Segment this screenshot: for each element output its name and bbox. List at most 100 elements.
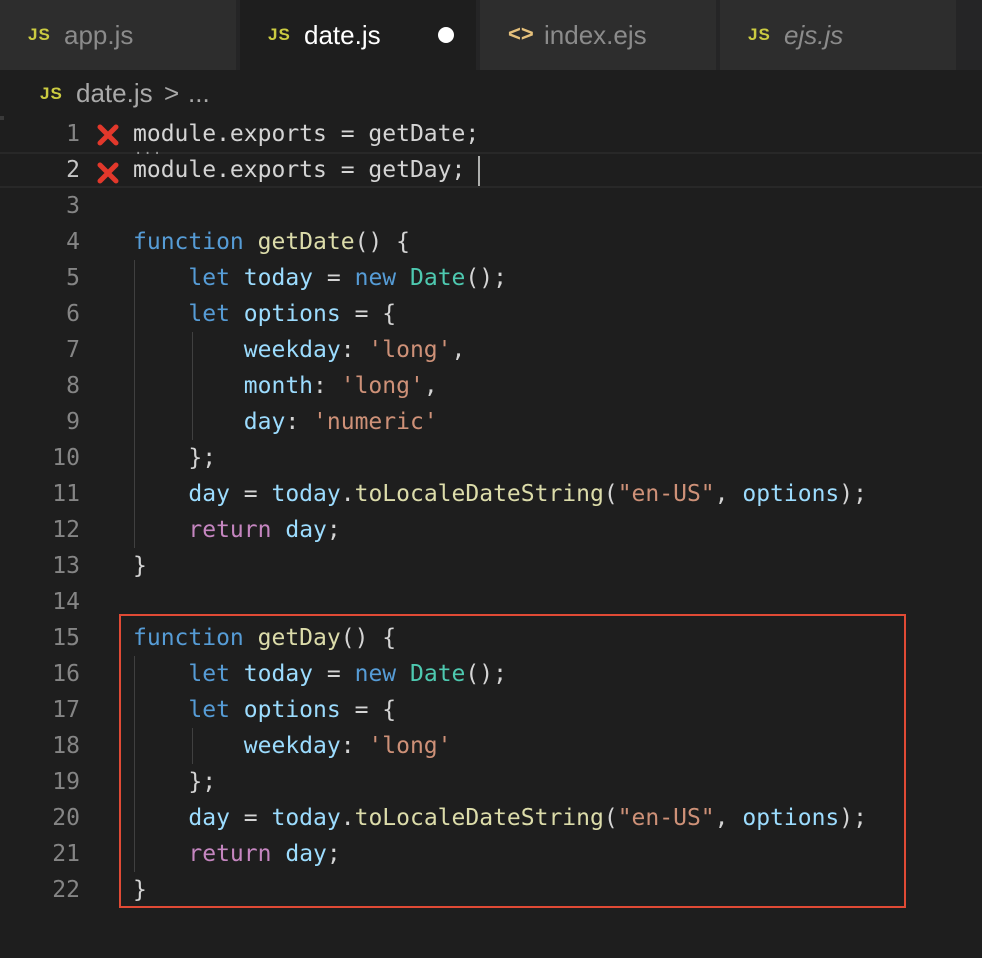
js-file-icon: JS	[28, 25, 51, 44]
code-token: () {	[354, 229, 410, 255]
line-number: 19	[52, 769, 80, 795]
code-token: ,	[423, 373, 438, 399]
line-number: 20	[52, 805, 80, 831]
code-token: options	[742, 481, 840, 507]
code-text: }	[133, 548, 147, 584]
code-text: month: 'long',	[133, 368, 438, 404]
code-token: 'long'	[368, 337, 452, 363]
problem-hint-dots: ...	[134, 142, 163, 158]
code-token: let	[188, 301, 230, 327]
line-number: 1	[66, 121, 80, 147]
line-number: 8	[66, 373, 80, 399]
error-x-icon[interactable]	[97, 162, 119, 184]
error-x-icon[interactable]	[97, 124, 119, 146]
code-line[interactable]: 3	[0, 188, 982, 224]
line-number: 14	[52, 589, 80, 615]
line-number: 7	[66, 337, 80, 363]
code-line[interactable]: 9 day: 'numeric'	[0, 404, 982, 440]
tab-app-js[interactable]: JS app.js	[0, 0, 238, 70]
code-text: module.exports = getDate;	[133, 116, 479, 152]
code-token: month	[243, 373, 314, 399]
js-file-icon: JS	[268, 25, 291, 44]
code-text: day = today.toLocaleDateString("en-US", …	[133, 476, 867, 512]
code-token: module.exports = getDay;	[133, 157, 466, 183]
breadcrumb-symbols[interactable]: ...	[188, 78, 210, 108]
code-text: day: 'numeric'	[133, 404, 438, 440]
js-file-icon: JS	[748, 25, 771, 44]
code-line[interactable]: 7 weekday: 'long',	[0, 332, 982, 368]
tab-label: date.js	[304, 20, 381, 50]
line-number: 12	[52, 517, 80, 543]
code-line[interactable]: 10 };	[0, 440, 982, 476]
code-token: module.exports = getDate;	[133, 121, 480, 147]
tab-ejs-js[interactable]: JS ejs.js	[720, 0, 958, 70]
line-number: 22	[52, 877, 80, 903]
code-token: today	[271, 481, 341, 507]
breadcrumb-file[interactable]: date.js	[76, 78, 153, 108]
code-token: :	[313, 373, 341, 399]
js-file-icon: JS	[40, 84, 63, 103]
code-text: let options = {	[133, 296, 396, 332]
code-token: toLocaleDateString	[354, 481, 604, 507]
code-token: ,	[714, 481, 743, 507]
code-token: function	[133, 229, 244, 255]
code-token: options	[243, 301, 341, 327]
code-text: return day;	[133, 512, 341, 548]
code-token: 'numeric'	[313, 409, 438, 435]
code-line[interactable]: 6 let options = {	[0, 296, 982, 332]
line-number: 10	[52, 445, 80, 471]
code-token: 'long'	[340, 373, 424, 399]
tab-bar: JS app.js JS date.js <> index.ejs JS ejs…	[0, 0, 982, 70]
tab-date-js[interactable]: JS date.js	[240, 0, 478, 70]
unsaved-dot-icon[interactable]	[438, 27, 454, 43]
code-line[interactable]: 5 let today = new Date();	[0, 260, 982, 296]
code-token: let	[188, 265, 230, 291]
code-token: :	[285, 409, 314, 435]
breadcrumb: JS date.js > ...	[0, 70, 982, 116]
code-token: }	[133, 553, 147, 579]
chevron-right-icon: >	[164, 78, 180, 108]
code-token: .	[340, 481, 355, 507]
code-token: day	[188, 481, 230, 507]
code-token: weekday	[243, 337, 341, 363]
code-line[interactable]: 12 return day;	[0, 512, 982, 548]
code-line[interactable]: 8 month: 'long',	[0, 368, 982, 404]
line-number: 6	[66, 301, 80, 327]
code-text: let today = new Date();	[133, 260, 507, 296]
code-token: =	[229, 481, 272, 507]
line-number: 18	[52, 733, 80, 759]
line-number: 5	[66, 265, 80, 291]
code-editor[interactable]: 1 module.exports = getDate; 2 module.export…	[0, 116, 982, 958]
code-token: ;	[326, 517, 341, 543]
tab-index-ejs[interactable]: <> index.ejs	[480, 0, 718, 70]
code-token: day	[243, 409, 286, 435]
code-token: = {	[340, 301, 397, 327]
code-token: ,	[451, 337, 466, 363]
line-number: 2	[66, 157, 80, 183]
code-line[interactable]: 13}	[0, 548, 982, 584]
code-token: (	[603, 481, 618, 507]
code-token: :	[340, 337, 369, 363]
code-token: Date	[410, 265, 466, 291]
code-text: weekday: 'long',	[133, 332, 466, 368]
code-line[interactable]: 11 day = today.toLocaleDateString("en-US…	[0, 476, 982, 512]
code-token: getDate	[257, 229, 355, 255]
code-token: today	[243, 265, 314, 291]
code-token: =	[313, 265, 355, 291]
highlight-box	[119, 614, 906, 908]
code-text: function getDate() {	[133, 224, 410, 260]
code-text: module.exports = getDay;	[133, 154, 465, 186]
line-number: 4	[66, 229, 80, 255]
code-line[interactable]: 4 function getDate() {	[0, 224, 982, 260]
tab-label: app.js	[64, 20, 134, 50]
tab-label: ejs.js	[784, 20, 844, 50]
